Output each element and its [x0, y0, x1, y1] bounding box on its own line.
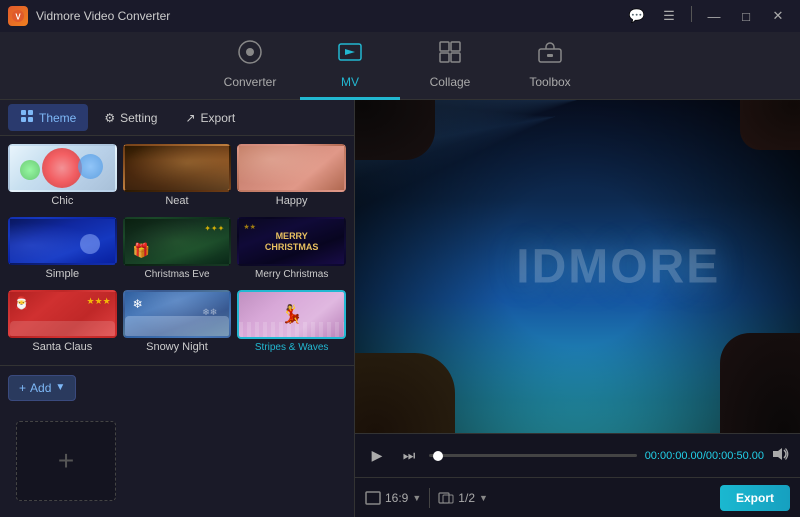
- aspect-ratio-selector[interactable]: 16:9 ▼: [365, 491, 421, 505]
- video-controls: ▶ ⏭ 00:00:00.00/00:00:50.00: [355, 433, 800, 477]
- sub-tab-setting[interactable]: ⚙ Setting: [92, 106, 169, 130]
- theme-card-merry-christmas[interactable]: MERRYCHRISTMAS ★★ Merry Christmas: [237, 217, 346, 284]
- sub-tab-export[interactable]: ↗ Export: [173, 106, 247, 130]
- converter-icon: [237, 39, 263, 71]
- page-selector[interactable]: 1/2 ▼: [438, 491, 488, 505]
- watermark-text: IDMORE: [516, 239, 720, 294]
- video-preview: IDMORE: [355, 100, 800, 433]
- theme-label-snowy-night: Snowy Night: [146, 341, 208, 353]
- titlebar-minimize-btn[interactable]: —: [700, 6, 728, 26]
- setting-gear-icon: ⚙: [104, 111, 115, 125]
- theme-card-simple[interactable]: Simple: [8, 217, 117, 284]
- theme-thumb-merry-christmas: MERRYCHRISTMAS ★★: [237, 217, 346, 266]
- theme-thumb-stripes-waves: 💃: [237, 290, 346, 339]
- add-media-plus-icon: +: [58, 445, 74, 477]
- theme-card-neat[interactable]: Neat: [123, 144, 232, 211]
- left-panel: Theme ⚙ Setting ↗ Export: [0, 100, 355, 517]
- tab-collage-label: Collage: [430, 75, 471, 89]
- toolbox-icon: [537, 39, 563, 71]
- theme-card-happy[interactable]: Happy: [237, 144, 346, 211]
- play-button[interactable]: ▶: [365, 444, 389, 468]
- theme-thumb-snowy-night: ❄ ❄❄: [123, 290, 232, 338]
- page-value: 1/2: [458, 491, 475, 505]
- title-bar-left: V Vidmore Video Converter: [8, 6, 170, 26]
- theme-label-chic: Chic: [51, 195, 73, 207]
- time-display: 00:00:00.00/00:00:50.00: [645, 450, 764, 462]
- aspect-ratio-value: 16:9: [385, 491, 408, 505]
- tab-converter[interactable]: Converter: [200, 32, 300, 100]
- theme-card-santa-claus[interactable]: 🎅 ★★★ Santa Claus: [8, 290, 117, 357]
- theme-card-stripes-waves[interactable]: 💃 Stripes & Waves: [237, 290, 346, 357]
- progress-thumb: [433, 451, 443, 461]
- volume-icon[interactable]: [772, 447, 790, 464]
- sub-tab-setting-label: Setting: [120, 111, 157, 125]
- export-icon: ↗: [185, 111, 195, 125]
- theme-thumb-santa-claus: 🎅 ★★★: [8, 290, 117, 338]
- theme-label-simple: Simple: [46, 268, 80, 280]
- sub-tab-theme-label: Theme: [39, 111, 76, 125]
- theme-label-stripes-waves: Stripes & Waves: [255, 342, 329, 353]
- svg-text:V: V: [15, 13, 21, 22]
- tab-toolbox[interactable]: Toolbox: [500, 32, 600, 100]
- titlebar-chat-btn[interactable]: 💬: [623, 6, 651, 26]
- theme-thumb-happy: [237, 144, 346, 192]
- tab-mv[interactable]: MV: [300, 32, 400, 100]
- theme-grid: Chic Neat Happy: [0, 136, 354, 365]
- app-icon: V: [8, 6, 28, 26]
- titlebar-maximize-btn[interactable]: □: [732, 6, 760, 26]
- theme-thumb-christmas-eve: ✦✦✦ 🎁: [123, 217, 232, 266]
- tab-converter-label: Converter: [224, 75, 277, 89]
- nav-tabs: Converter MV Collage: [0, 32, 800, 100]
- tab-mv-label: MV: [341, 75, 359, 89]
- theme-label-santa-claus: Santa Claus: [32, 341, 92, 353]
- next-button[interactable]: ⏭: [397, 444, 421, 468]
- video-bottom-row: 16:9 ▼ 1/2 ▼ Export: [355, 477, 800, 517]
- add-button[interactable]: + Add ▼: [8, 375, 76, 401]
- theme-card-christmas-eve[interactable]: ✦✦✦ 🎁 Christmas Eve: [123, 217, 232, 284]
- vertical-divider: [429, 488, 430, 508]
- export-button[interactable]: Export: [720, 485, 790, 511]
- mv-icon: [337, 39, 363, 71]
- add-dropdown-icon: ▼: [55, 382, 65, 393]
- add-plus-icon: +: [19, 381, 26, 395]
- theme-card-snowy-night[interactable]: ❄ ❄❄ Snowy Night: [123, 290, 232, 357]
- theme-thumb-simple: [8, 217, 117, 265]
- sub-tabs: Theme ⚙ Setting ↗ Export: [0, 100, 354, 136]
- titlebar-close-btn[interactable]: ✕: [764, 6, 792, 26]
- theme-card-chic[interactable]: Chic: [8, 144, 117, 211]
- title-bar-controls: 💬 ☰ — □ ✕: [623, 6, 792, 26]
- add-media-box[interactable]: +: [16, 421, 116, 501]
- tab-toolbox-label: Toolbox: [529, 75, 570, 89]
- title-bar-title: Vidmore Video Converter: [36, 9, 170, 23]
- main-content: Theme ⚙ Setting ↗ Export: [0, 100, 800, 517]
- progress-bar[interactable]: [429, 454, 637, 457]
- theme-label-happy: Happy: [276, 195, 308, 207]
- add-button-label: Add: [30, 381, 51, 395]
- collage-icon: [437, 39, 463, 71]
- theme-thumb-chic: [8, 144, 117, 192]
- page-dropdown-icon: ▼: [479, 493, 488, 503]
- bottom-bar: + Add ▼: [0, 365, 354, 409]
- play-icon: ▶: [372, 447, 383, 464]
- tab-collage[interactable]: Collage: [400, 32, 500, 100]
- titlebar-menu-btn[interactable]: ☰: [655, 6, 683, 26]
- sub-tab-export-label: Export: [201, 111, 236, 125]
- next-icon: ⏭: [403, 447, 416, 464]
- sub-tab-theme[interactable]: Theme: [8, 104, 88, 131]
- theme-label-christmas-eve: Christmas Eve: [144, 269, 209, 280]
- right-panel: IDMORE ▶ ⏭ 00:00:00.00/00:00:50.00: [355, 100, 800, 517]
- theme-label-merry-christmas: Merry Christmas: [255, 269, 328, 280]
- theme-thumb-neat: [123, 144, 232, 192]
- aspect-ratio-dropdown-icon: ▼: [412, 493, 421, 503]
- theme-grid-icon: [20, 109, 34, 126]
- theme-label-neat: Neat: [165, 195, 188, 207]
- title-bar: V Vidmore Video Converter 💬 ☰ — □ ✕: [0, 0, 800, 32]
